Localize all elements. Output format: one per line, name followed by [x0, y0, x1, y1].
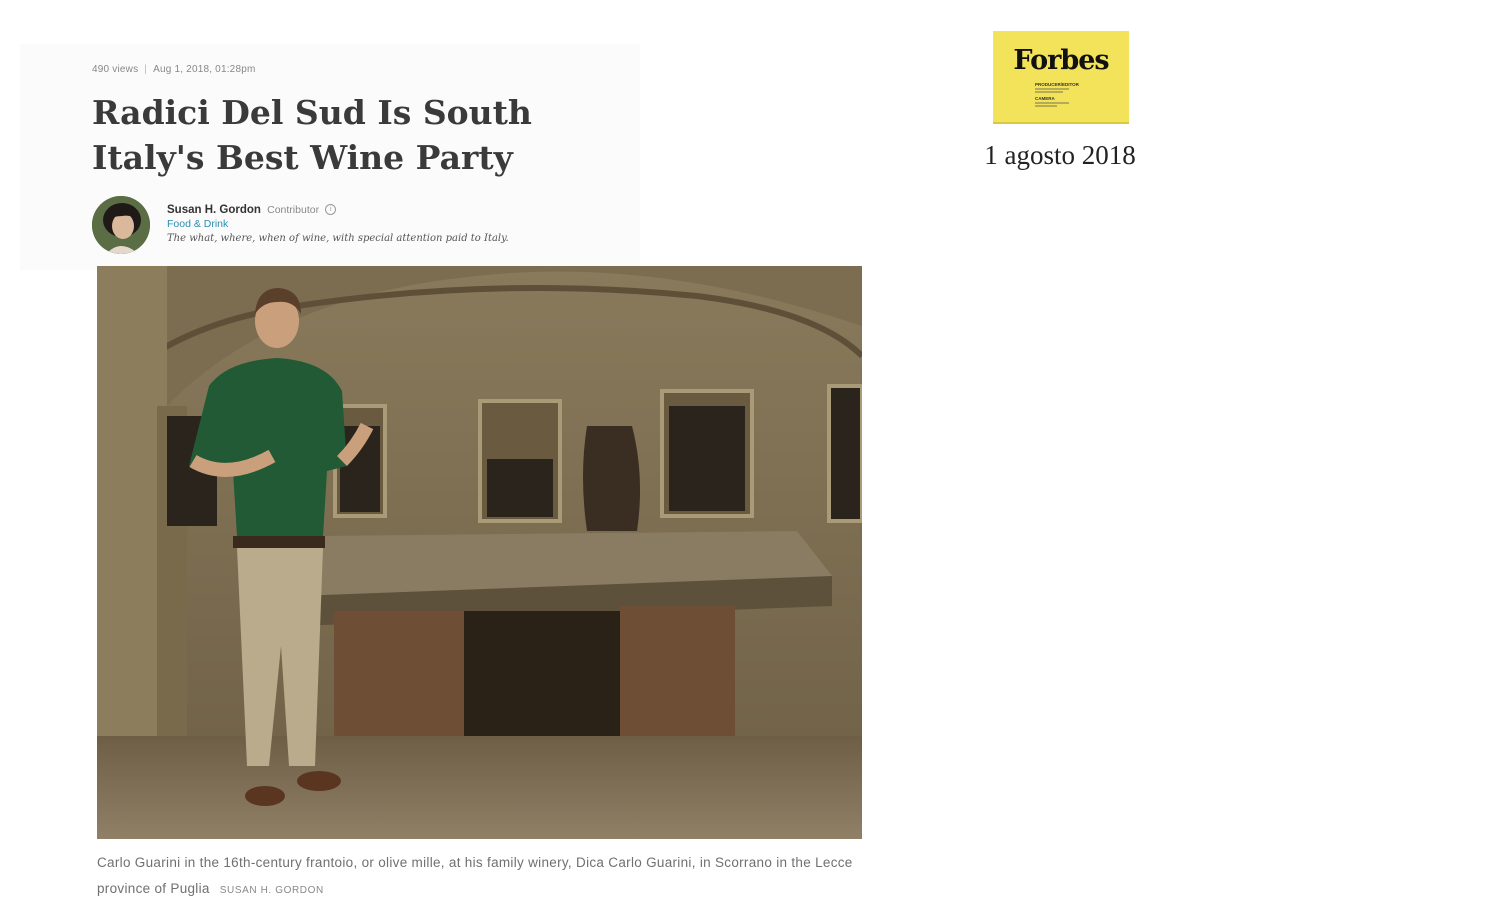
article-title: Radici Del Sud Is South Italy's Best Win…	[92, 93, 532, 177]
author-block: Susan H. Gordon Contributor i Food & Dri…	[167, 204, 509, 244]
logo-credit-line	[1035, 105, 1057, 107]
publish-date: Aug 1, 2018, 01:28pm	[153, 64, 256, 75]
caption-text: Carlo Guarini in the 16th-century franto…	[97, 855, 853, 896]
view-count: 490 views	[92, 64, 139, 75]
photo-caption: Carlo Guarini in the 16th-century franto…	[97, 850, 877, 904]
article-photo	[97, 266, 862, 839]
stone-base-right	[620, 606, 735, 746]
barrel	[583, 426, 641, 531]
photo-credit: SUSAN H. GORDON	[219, 885, 324, 896]
article-header: 490 views | Aug 1, 2018, 01:28pm Radici De…	[20, 44, 640, 270]
logo-credit-label: CAMERA	[1035, 96, 1055, 101]
author-role: Contributor	[267, 204, 320, 216]
info-icon[interactable]: i	[325, 204, 337, 216]
author-tagline: The what, where, when of wine, with spec…	[167, 233, 509, 244]
publication-date: 1 agosto 2018	[984, 140, 1136, 170]
meta-separator: |	[144, 64, 148, 75]
logo-credit-line	[1035, 91, 1063, 93]
logo-credits: PRODUCER/EDITOR CAMERA	[1035, 82, 1079, 108]
cellar-photo	[97, 266, 862, 839]
author-name[interactable]: Susan H. Gordon	[167, 204, 261, 216]
forbes-logo-badge: Forbes PRODUCER/EDITOR CAMERA	[993, 31, 1129, 124]
author-avatar[interactable]	[92, 196, 150, 254]
forbes-logo: Forbes	[1013, 45, 1109, 76]
avatar-image	[92, 196, 150, 254]
logo-credit-line	[1035, 88, 1069, 90]
stone-base-left	[334, 611, 464, 751]
logo-credit-label: PRODUCER/EDITOR	[1035, 82, 1079, 87]
logo-credit-line	[1035, 102, 1069, 104]
article-meta: 490 views | Aug 1, 2018, 01:28pm	[92, 64, 256, 75]
channel-link[interactable]: Food & Drink	[167, 218, 509, 230]
